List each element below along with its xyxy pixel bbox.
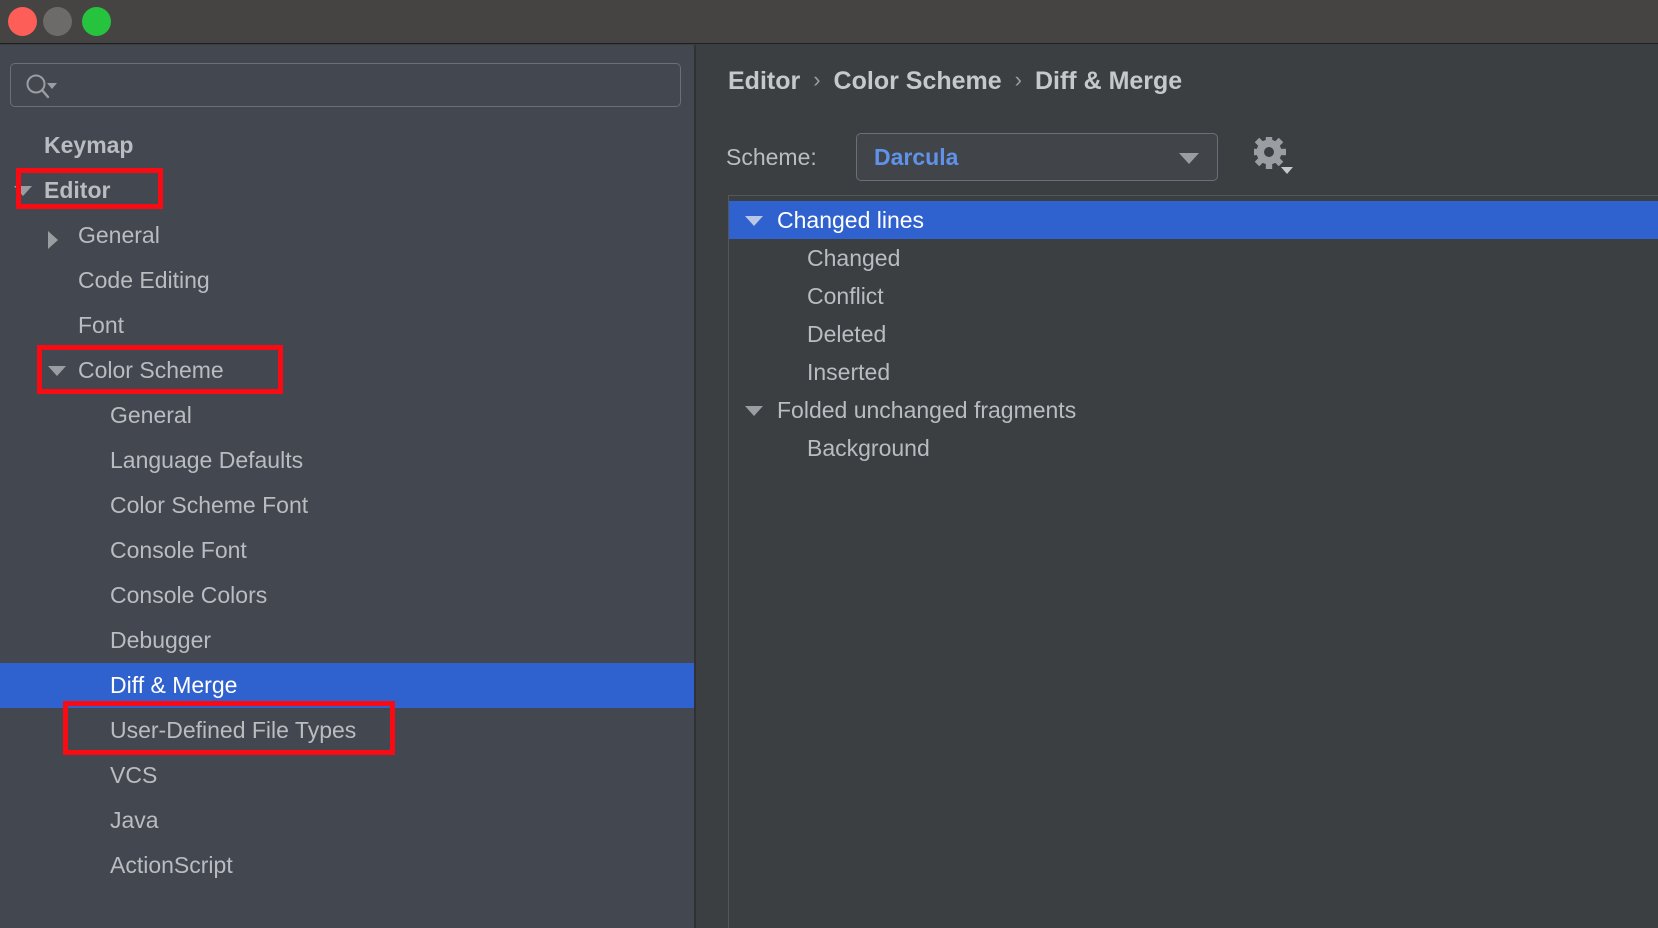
sidebar-item-label: Code Editing xyxy=(78,267,210,293)
window-titlebar xyxy=(0,0,1658,44)
scheme-tree-row-label: Conflict xyxy=(807,283,884,309)
minimize-window-button[interactable] xyxy=(43,7,72,36)
chevron-down-icon[interactable] xyxy=(745,406,763,416)
scheme-tree-row-label: Deleted xyxy=(807,321,887,347)
sidebar-item-general[interactable]: General xyxy=(0,213,694,258)
sidebar-item-debugger[interactable]: Debugger xyxy=(0,618,694,663)
sidebar-item-editor[interactable]: Editor xyxy=(0,168,694,213)
sidebar-item-console-font[interactable]: Console Font xyxy=(0,528,694,573)
sidebar-item-color-scheme-font[interactable]: Color Scheme Font xyxy=(0,483,694,528)
scheme-tree-row-inserted[interactable]: Inserted xyxy=(729,353,1658,391)
chevron-down-icon[interactable] xyxy=(14,186,32,196)
settings-detail-panel: Editor › Color Scheme › Diff & Merge Scheme:… xyxy=(698,45,1658,928)
chevron-down-icon[interactable] xyxy=(48,366,66,376)
scheme-tree-row-label: Changed lines xyxy=(777,207,925,233)
sidebar-item-label: VCS xyxy=(110,762,158,788)
scheme-tree-row-label: Background xyxy=(807,435,930,461)
scheme-tree-row-background[interactable]: Background xyxy=(729,429,1658,467)
scheme-label: Scheme: xyxy=(726,144,817,170)
color-scheme-options-tree: Changed lines Changed Conflict Deleted Inser… xyxy=(728,195,1658,928)
sidebar-item-label: Color Scheme xyxy=(78,357,224,383)
sidebar-item-label: Diff & Merge xyxy=(110,672,238,698)
maximize-window-button[interactable] xyxy=(82,7,111,36)
scheme-tree-row-changed-lines[interactable]: Changed lines xyxy=(729,201,1658,239)
scheme-tree-row-conflict[interactable]: Conflict xyxy=(729,277,1658,315)
sidebar-item-label: User-Defined File Types xyxy=(110,717,357,743)
scheme-tree-row-folded-unchanged-fragments[interactable]: Folded unchanged fragments xyxy=(729,391,1658,429)
sidebar-item-label: Color Scheme Font xyxy=(110,492,309,518)
sidebar-item-code-editing[interactable]: Code Editing xyxy=(0,258,694,303)
scheme-selected-value: Darcula xyxy=(874,144,959,170)
scheme-tree-row-changed[interactable]: Changed xyxy=(729,239,1658,277)
sidebar-item-general[interactable]: General xyxy=(0,393,694,438)
sidebar-item-label: ActionScript xyxy=(110,852,233,878)
scheme-tree-row-deleted[interactable]: Deleted xyxy=(729,315,1658,353)
search-icon xyxy=(26,74,57,99)
chevron-right-icon[interactable] xyxy=(48,231,58,249)
sidebar-item-diff-merge[interactable]: Diff & Merge xyxy=(0,663,694,708)
sidebar-item-keymap[interactable]: Keymap xyxy=(0,123,694,168)
sidebar-item-label: General xyxy=(110,402,192,428)
sidebar-item-actionscript[interactable]: ActionScript xyxy=(0,843,694,888)
breadcrumb-item-editor[interactable]: Editor xyxy=(728,67,800,95)
sidebar-item-label: Language Defaults xyxy=(110,447,304,473)
sidebar-item-font[interactable]: Font xyxy=(0,303,694,348)
breadcrumb-item-color-scheme[interactable]: Color Scheme xyxy=(834,67,1002,95)
breadcrumb-item-diff-merge[interactable]: Diff & Merge xyxy=(1035,67,1182,95)
scheme-tree-row-label: Changed xyxy=(807,245,901,271)
sidebar-item-java[interactable]: Java xyxy=(0,798,694,843)
sidebar-item-label: Editor xyxy=(44,177,111,203)
breadcrumb-separator: › xyxy=(813,67,821,92)
sidebar-item-user-defined-file-types[interactable]: User-Defined File Types xyxy=(0,708,694,753)
sidebar-item-language-defaults[interactable]: Language Defaults xyxy=(0,438,694,483)
sidebar-item-label: Debugger xyxy=(110,627,212,653)
sidebar-item-label: Keymap xyxy=(44,132,134,158)
scheme-dropdown[interactable]: Darcula xyxy=(856,133,1218,181)
search-input[interactable] xyxy=(67,64,671,108)
sidebar-item-label: Console Colors xyxy=(110,582,268,608)
scheme-tree-row-label: Inserted xyxy=(807,359,891,385)
gear-icon[interactable] xyxy=(1254,137,1298,179)
sidebar-item-label: Font xyxy=(78,312,125,338)
sidebar-item-console-colors[interactable]: Console Colors xyxy=(0,573,694,618)
sidebar-item-vcs[interactable]: VCS xyxy=(0,753,694,798)
settings-window: Keymap Editor General Code Editing Font Color… xyxy=(0,0,1658,928)
chevron-down-icon[interactable] xyxy=(745,216,763,226)
breadcrumb-separator: › xyxy=(1014,67,1022,92)
sidebar-item-label: General xyxy=(78,222,160,248)
sidebar-item-label: Console Font xyxy=(110,537,247,563)
scheme-tree-row-label: Folded unchanged fragments xyxy=(777,397,1077,423)
chevron-down-icon xyxy=(1179,153,1199,164)
sidebar-item-color-scheme[interactable]: Color Scheme xyxy=(0,348,694,393)
close-window-button[interactable] xyxy=(8,7,37,36)
sidebar-item-label: Java xyxy=(110,807,159,833)
breadcrumb: Editor › Color Scheme › Diff & Merge xyxy=(728,61,1182,101)
settings-sidebar: Keymap Editor General Code Editing Font Color… xyxy=(0,45,696,928)
search-box[interactable] xyxy=(10,63,681,108)
